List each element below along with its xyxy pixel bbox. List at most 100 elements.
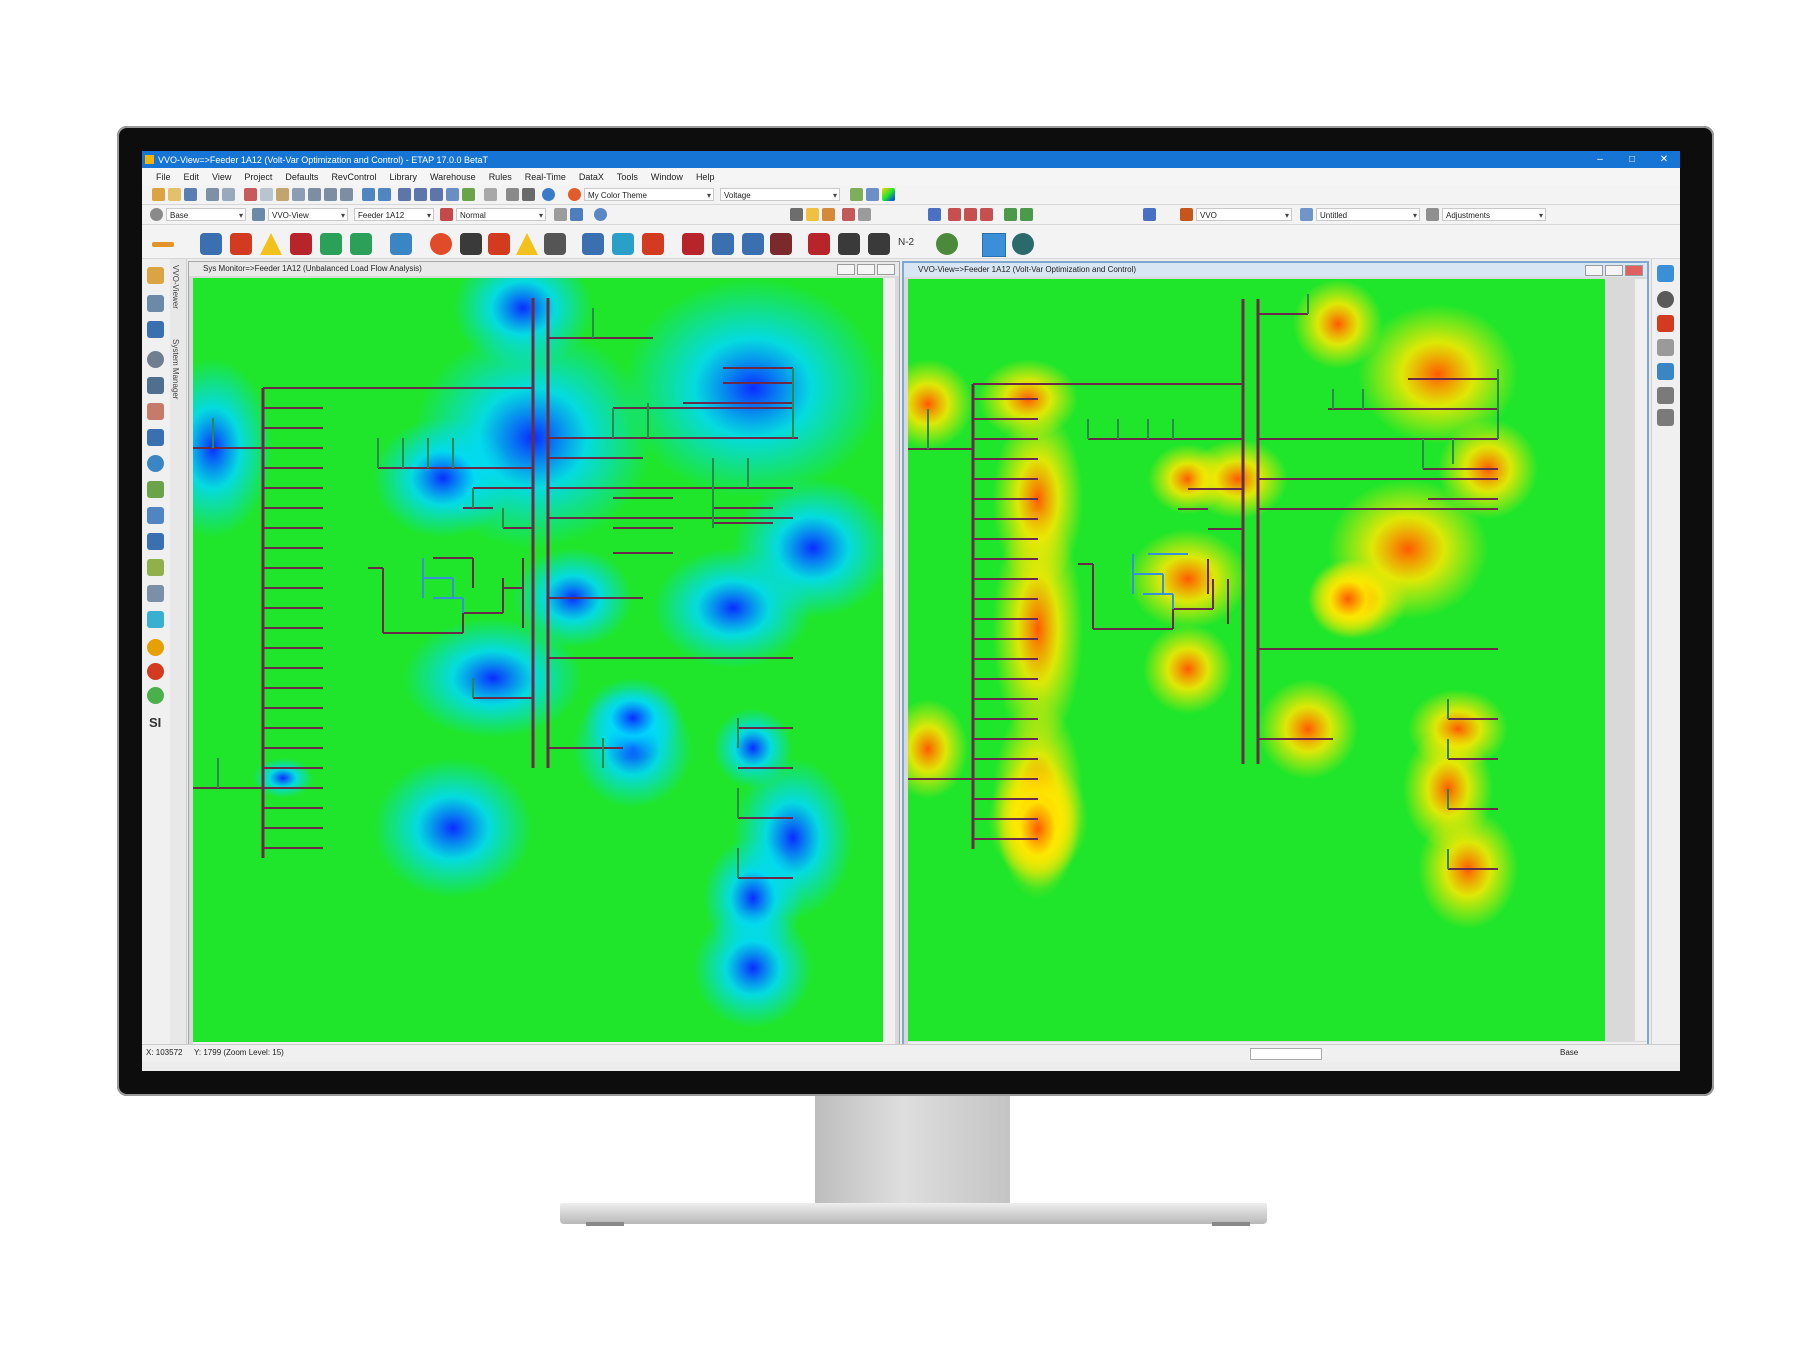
switching-icon[interactable] xyxy=(808,233,830,255)
study-combo[interactable]: VVO xyxy=(1196,208,1292,221)
edit-case-icon[interactable] xyxy=(1300,208,1313,221)
scenario-icon[interactable] xyxy=(147,533,164,550)
short-circuit-icon[interactable] xyxy=(230,233,252,255)
pane-close-button[interactable] xyxy=(877,264,895,275)
save-icon[interactable] xyxy=(184,188,197,201)
revision-icon[interactable] xyxy=(842,208,855,221)
feeder-icon[interactable] xyxy=(1012,233,1034,255)
study-arrow-icon[interactable] xyxy=(1143,208,1156,221)
print-preview-icon[interactable] xyxy=(222,188,235,201)
pane-maximize-button[interactable] xyxy=(1605,265,1623,276)
layout-icon[interactable] xyxy=(414,188,427,201)
dc-arc-flash-icon[interactable] xyxy=(516,233,538,255)
schedule-icon[interactable] xyxy=(948,208,961,221)
globe-icon[interactable] xyxy=(594,208,607,221)
pencil-icon[interactable] xyxy=(866,188,879,201)
motor-starting-icon[interactable] xyxy=(290,233,312,255)
gis-icon[interactable] xyxy=(147,455,164,472)
underground-raceway-icon[interactable] xyxy=(147,321,164,338)
ufls-icon[interactable] xyxy=(147,559,164,576)
network-icon[interactable] xyxy=(147,585,164,602)
base-combo[interactable]: Base xyxy=(166,208,246,221)
cable-pulling-icon[interactable] xyxy=(147,377,164,394)
battery-icon[interactable] xyxy=(544,233,566,255)
one-line-icon[interactable] xyxy=(147,295,164,312)
lightning-icon[interactable] xyxy=(838,233,860,255)
stop-icon[interactable] xyxy=(1657,291,1674,308)
zoom-slider[interactable] xyxy=(1250,1048,1322,1060)
breaker-group-icon[interactable] xyxy=(147,687,164,704)
optimal-power-flow-icon[interactable] xyxy=(460,233,482,255)
cut-icon[interactable] xyxy=(244,188,257,201)
menu-datax[interactable]: DataX xyxy=(579,172,604,182)
pan-icon[interactable] xyxy=(292,188,305,201)
reactive-icon[interactable] xyxy=(742,233,764,255)
menu-real-time[interactable]: Real-Time xyxy=(525,172,566,182)
menu-warehouse[interactable]: Warehouse xyxy=(430,172,476,182)
load-flow-icon[interactable] xyxy=(200,233,222,255)
leaf-icon[interactable] xyxy=(936,233,958,255)
undo-icon[interactable] xyxy=(362,188,375,201)
vvo-icon[interactable] xyxy=(982,233,1006,257)
case-combo[interactable]: Untitled xyxy=(1316,208,1420,221)
help-icon[interactable] xyxy=(542,188,555,201)
voltage-heatmap-right[interactable] xyxy=(908,279,1605,1041)
open-folder-icon[interactable] xyxy=(168,188,181,201)
layers-icon[interactable] xyxy=(790,208,803,221)
config-combo[interactable]: Normal xyxy=(456,208,546,221)
relay-group-icon[interactable] xyxy=(147,663,164,680)
print-icon[interactable] xyxy=(206,188,219,201)
n1-contingency-icon[interactable] xyxy=(868,233,890,255)
note-icon[interactable] xyxy=(806,208,819,221)
link-icon[interactable] xyxy=(484,188,497,201)
dynamic-parameter-icon[interactable] xyxy=(147,403,164,420)
pane-maximize-button[interactable] xyxy=(857,264,875,275)
vvo-run-icon[interactable] xyxy=(1657,265,1674,282)
check-rules-icon[interactable] xyxy=(1004,208,1017,221)
fault-icon[interactable] xyxy=(642,233,664,255)
theme-combo[interactable]: My Color Theme xyxy=(584,188,714,201)
revision-list-icon[interactable] xyxy=(858,208,871,221)
library-icon[interactable] xyxy=(822,208,835,221)
menu-window[interactable]: Window xyxy=(651,172,683,182)
menu-edit[interactable]: Edit xyxy=(184,172,200,182)
heatmap-icon[interactable] xyxy=(882,188,895,201)
zoom-out-icon[interactable] xyxy=(324,188,337,201)
fuse-group-icon[interactable] xyxy=(147,639,164,656)
history-icon[interactable] xyxy=(1657,409,1674,426)
arrow-down-icon[interactable] xyxy=(928,208,941,221)
reliability-icon[interactable] xyxy=(430,233,452,255)
control-circuit-icon[interactable] xyxy=(147,429,164,446)
check-all-icon[interactable] xyxy=(1020,208,1033,221)
feeder-combo[interactable]: Feeder 1A12 xyxy=(354,208,434,221)
cable-icon[interactable] xyxy=(712,233,734,255)
si-label[interactable]: SI xyxy=(149,715,161,730)
menu-help[interactable]: Help xyxy=(696,172,715,182)
menu-project[interactable]: Project xyxy=(244,172,272,182)
menu-library[interactable]: Library xyxy=(389,172,417,182)
check-icon[interactable] xyxy=(462,188,475,201)
menu-file[interactable]: File xyxy=(156,172,171,182)
menu-defaults[interactable]: Defaults xyxy=(285,172,318,182)
menu-view[interactable]: View xyxy=(212,172,231,182)
maximize-button[interactable]: □ xyxy=(1616,151,1648,168)
system-manager-tab[interactable]: System Manager xyxy=(171,339,180,399)
compare-icon[interactable] xyxy=(570,208,583,221)
star-view-icon[interactable] xyxy=(147,507,164,524)
schedule-edit-icon[interactable] xyxy=(964,208,977,221)
data-exchange-icon[interactable] xyxy=(147,611,164,628)
ground-grid-icon[interactable] xyxy=(147,351,164,368)
grounding-icon[interactable] xyxy=(682,233,704,255)
voltage-heatmap-left[interactable] xyxy=(193,278,883,1042)
snap-icon[interactable] xyxy=(446,188,459,201)
transient-stability-icon[interactable] xyxy=(350,233,372,255)
harmonics-icon[interactable] xyxy=(320,233,342,255)
unbalanced-load-flow-icon[interactable] xyxy=(582,233,604,255)
minimize-button[interactable]: – xyxy=(1584,151,1616,168)
contingency-icon[interactable] xyxy=(770,233,792,255)
legend-icon[interactable] xyxy=(850,188,863,201)
report-manager-icon[interactable] xyxy=(1657,339,1674,356)
close-button[interactable]: ✕ xyxy=(1648,151,1680,168)
paste-icon[interactable] xyxy=(276,188,289,201)
copy-icon[interactable] xyxy=(260,188,273,201)
